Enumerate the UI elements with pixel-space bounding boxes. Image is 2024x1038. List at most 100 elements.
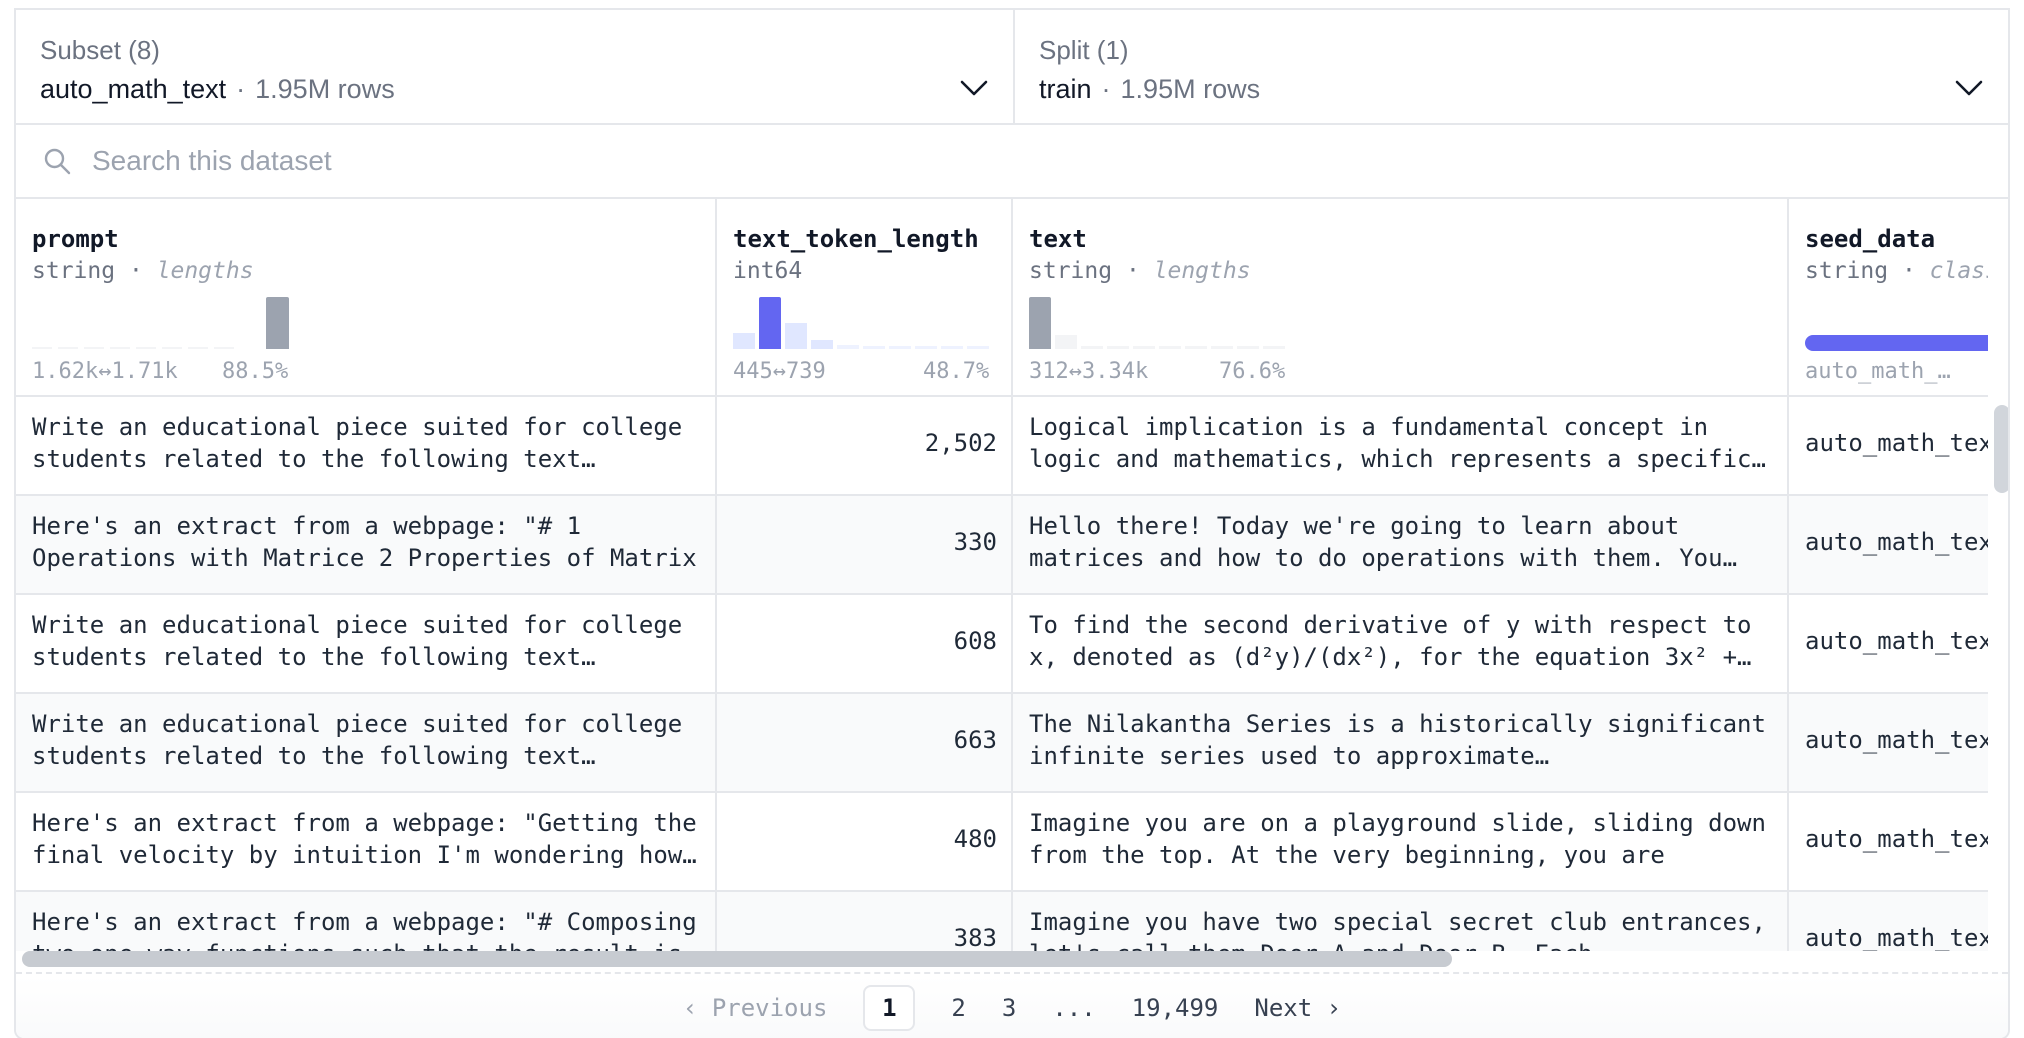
split-label: Split (1) xyxy=(1039,35,1129,65)
chevron-down-icon xyxy=(960,80,988,96)
histogram-bar xyxy=(1185,346,1207,349)
table-cell[interactable]: Write an educational piece suited for co… xyxy=(16,397,715,496)
previous-page-button[interactable]: ‹ Previous xyxy=(683,994,828,1022)
horizontal-scrollbar[interactable] xyxy=(22,951,1452,967)
histogram-bar xyxy=(941,346,963,349)
table-cell[interactable]: To find the second derivative of y with … xyxy=(1013,595,1787,694)
histogram-bar xyxy=(1055,335,1077,349)
chevron-down-icon xyxy=(1955,80,1983,96)
column-type: string xyxy=(32,258,116,284)
column-name: seed_data xyxy=(1805,225,1936,253)
page-button-2[interactable]: 2 xyxy=(951,994,965,1022)
column-header-seed-data[interactable]: seed_data string · classes auto_math_… xyxy=(1789,199,1988,397)
column-name: prompt xyxy=(32,225,119,253)
column-seed-data: seed_data string · classes auto_math_… a… xyxy=(1789,199,1988,951)
data-table: prompt string · lengths 1.62k↔1.71k 88.5… xyxy=(16,199,1988,951)
column-stat-kind: lengths xyxy=(156,258,254,284)
next-page-button[interactable]: Next › xyxy=(1254,994,1341,1022)
column-stat-kind: lengths xyxy=(1153,258,1251,284)
column-header-text-token-length[interactable]: text_token_length int64 445↔739 48.7% xyxy=(717,199,1011,397)
histogram-bar xyxy=(915,346,937,349)
histogram-text-token-length[interactable] xyxy=(733,295,995,349)
table-cell[interactable]: 608 xyxy=(717,595,1011,694)
table-cell[interactable]: auto_math_text xyxy=(1789,694,1988,793)
column-type: string xyxy=(1805,258,1889,284)
column-text: text string · lengths 312↔3.34k 76.6% Lo… xyxy=(1013,199,1789,951)
column-header-text[interactable]: text string · lengths 312↔3.34k 76.6% xyxy=(1013,199,1787,397)
table-cell[interactable]: The Nilakantha Series is a historically … xyxy=(1013,694,1787,793)
column-range: 312↔3.34k xyxy=(1029,359,1149,384)
histogram-bar xyxy=(1211,346,1233,349)
pagination: ‹ Previous 1 2 3 ... 19,499 Next › xyxy=(16,976,2008,1038)
histogram-bar xyxy=(785,323,807,349)
histogram-bar xyxy=(889,346,911,349)
table-cell[interactable]: Logical implication is a fundamental con… xyxy=(1013,397,1787,496)
histogram-bar xyxy=(759,297,781,349)
table-cell[interactable]: auto_math_text xyxy=(1789,397,1988,496)
column-stat-kind: classes xyxy=(1929,258,1988,284)
column-name: text xyxy=(1029,225,1087,253)
table-cell[interactable]: auto_math_text xyxy=(1789,892,1988,951)
table-cell[interactable]: Here's an extract from a webpage: "Getti… xyxy=(16,793,715,892)
table-cell[interactable]: auto_math_text xyxy=(1789,793,1988,892)
split-value: train xyxy=(1039,74,1092,104)
histogram-bar xyxy=(733,333,755,349)
table-cell[interactable]: auto_math_text xyxy=(1789,496,1988,595)
chevron-left-icon: ‹ xyxy=(682,994,698,1022)
page-button-3[interactable]: 3 xyxy=(1002,994,1016,1022)
table-cell[interactable]: 480 xyxy=(717,793,1011,892)
pagination-ellipsis: ... xyxy=(1052,994,1096,1022)
histogram-bar xyxy=(136,347,156,349)
page-button-last[interactable]: 19,499 xyxy=(1132,994,1219,1022)
column-range: auto_math_… xyxy=(1805,359,1951,384)
vertical-scrollbar[interactable] xyxy=(1994,405,2008,493)
histogram-bar xyxy=(863,346,885,349)
column-range: 1.62k↔1.71k xyxy=(32,359,178,384)
subset-dropdown[interactable]: Subset (8) auto_math_text · 1.95M rows xyxy=(16,10,1015,123)
table-cell[interactable]: 2,502 xyxy=(717,397,1011,496)
table-cell[interactable]: Here's an extract from a webpage: "# 1 O… xyxy=(16,496,715,595)
histogram-bar xyxy=(58,347,78,349)
table-cell[interactable]: Hello there! Today we're going to learn … xyxy=(1013,496,1787,595)
subset-label: Subset (8) xyxy=(40,35,160,65)
search-input[interactable] xyxy=(92,145,992,177)
histogram-bar xyxy=(1237,346,1259,349)
column-type: string xyxy=(1029,258,1113,284)
histogram-bar xyxy=(162,347,182,349)
split-dropdown[interactable]: Split (1) train · 1.95M rows xyxy=(1015,10,2008,123)
table-cell[interactable]: 663 xyxy=(717,694,1011,793)
table-cell[interactable]: Imagine you have two special secret club… xyxy=(1013,892,1787,951)
histogram-bar xyxy=(967,346,989,349)
histogram-bar xyxy=(1029,297,1051,349)
class-distribution-bar[interactable] xyxy=(1805,335,1988,351)
table-cell[interactable]: 330 xyxy=(717,496,1011,595)
column-name: text_token_length xyxy=(733,225,979,253)
table-cell[interactable]: Here's an extract from a webpage: "# Com… xyxy=(16,892,715,951)
dataset-viewer: Subset (8) auto_math_text · 1.95M rows Spl… xyxy=(14,8,2010,1038)
histogram-text[interactable] xyxy=(1029,295,1293,349)
split-rows: 1.95M rows xyxy=(1120,74,1261,104)
column-header-prompt[interactable]: prompt string · lengths 1.62k↔1.71k 88.5… xyxy=(16,199,715,397)
histogram-bar xyxy=(1159,346,1181,349)
table-cell[interactable]: 383 xyxy=(717,892,1011,951)
page-button-1[interactable]: 1 xyxy=(863,985,916,1031)
histogram-bar xyxy=(811,340,833,349)
histogram-bar xyxy=(266,297,289,349)
table-cell[interactable]: Write an educational piece suited for co… xyxy=(16,595,715,694)
histogram-prompt[interactable] xyxy=(32,295,292,349)
histogram-bar xyxy=(214,347,234,349)
histogram-bar xyxy=(1133,346,1155,349)
column-range: 445↔739 xyxy=(733,359,826,384)
column-percent: 76.6% xyxy=(1219,359,1286,384)
table-cell[interactable]: Write an educational piece suited for co… xyxy=(16,694,715,793)
chevron-right-icon: › xyxy=(1326,994,1342,1022)
histogram-bar xyxy=(1107,346,1129,349)
histogram-bar xyxy=(1263,346,1285,349)
class-bar-auto-math-text xyxy=(1805,335,1988,351)
column-text-token-length: text_token_length int64 445↔739 48.7% 2,… xyxy=(717,199,1013,951)
histogram-bar xyxy=(837,345,859,349)
search-bar xyxy=(16,125,2008,199)
table-cell[interactable]: Imagine you are on a playground slide, s… xyxy=(1013,793,1787,892)
column-percent: 48.7% xyxy=(923,359,990,384)
table-cell[interactable]: auto_math_text xyxy=(1789,595,1988,694)
